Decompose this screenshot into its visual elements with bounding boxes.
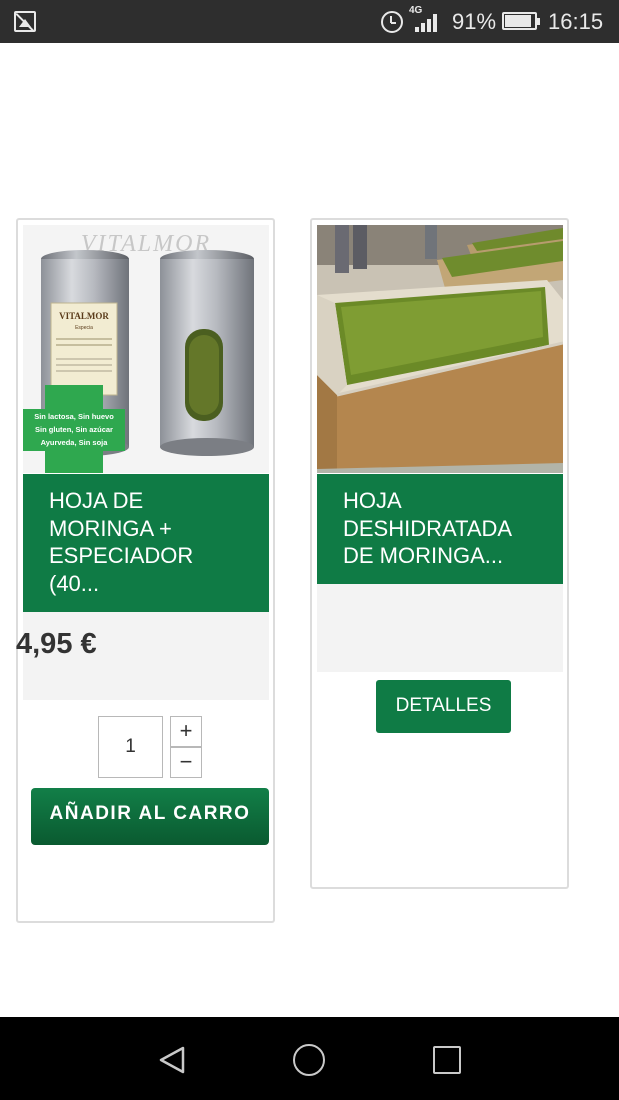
product-card: HOJA DESHIDRATADA DE MORINGA... DETALLES bbox=[310, 218, 569, 889]
product-card: VITALMOR VITALMOR Especia Sin lactosa, S… bbox=[16, 218, 275, 923]
battery-icon bbox=[502, 12, 540, 30]
product-image-moringa-leaf-boxes[interactable] bbox=[317, 225, 563, 473]
product-title-link[interactable]: HOJA DESHIDRATADA DE MORINGA... bbox=[317, 474, 563, 584]
home-icon[interactable] bbox=[293, 1044, 325, 1076]
quantity-increase-button[interactable]: + bbox=[170, 716, 202, 747]
signal-icon bbox=[415, 14, 439, 32]
product-title[interactable]: HOJA DESHIDRATADA DE MORINGA... bbox=[343, 488, 511, 568]
alarm-icon bbox=[381, 11, 403, 33]
product-price: 4,95 € bbox=[16, 628, 97, 660]
product-image-moringa-spice-tins[interactable]: VITALMOR VITALMOR Especia Sin lactosa, S… bbox=[23, 225, 269, 473]
price-panel bbox=[317, 584, 563, 672]
quantity-decrease-button[interactable]: − bbox=[170, 747, 202, 778]
quantity-input[interactable] bbox=[98, 716, 163, 778]
recent-apps-icon[interactable] bbox=[433, 1046, 461, 1074]
navigation-bar bbox=[0, 1017, 619, 1100]
back-icon[interactable] bbox=[157, 1045, 187, 1075]
clock: 16:15 bbox=[548, 9, 604, 34]
add-to-cart-button[interactable]: AÑADIR AL CARRO bbox=[31, 788, 269, 845]
product-title-link[interactable]: HOJA DE MORINGA + ESPECIADOR (40... bbox=[23, 474, 269, 612]
tin-label-subtitle: Especia bbox=[75, 325, 93, 331]
battery-percentage: 91% bbox=[452, 9, 497, 34]
image-notification-icon bbox=[14, 11, 36, 33]
details-button[interactable]: DETALLES bbox=[376, 680, 511, 733]
status-bar: 4G 91% 16:15 bbox=[0, 0, 619, 43]
tin-label-brand: VITALMOR bbox=[59, 311, 109, 321]
product-title[interactable]: HOJA DE MORINGA + ESPECIADOR (40... bbox=[49, 488, 193, 596]
dietary-badge-text: Sin lactosa, Sin huevo Sin gluten, Sin a… bbox=[34, 412, 114, 447]
